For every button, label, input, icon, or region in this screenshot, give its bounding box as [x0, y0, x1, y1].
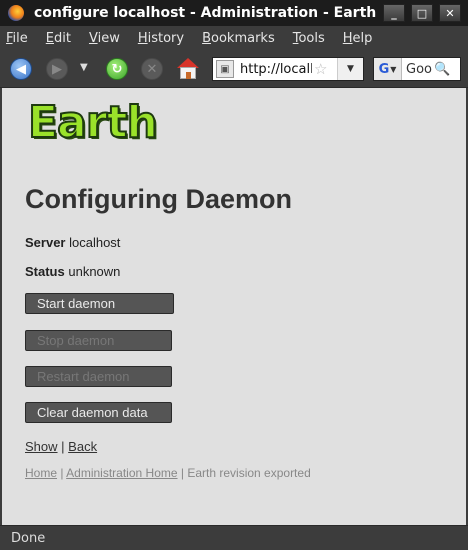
page-title: Configuring Daemon: [25, 184, 292, 214]
page-links: Show | Back: [25, 439, 97, 454]
window-titlebar: configure localhost - Administration - E…: [0, 0, 468, 26]
firefox-icon: [8, 5, 24, 21]
url-input[interactable]: http://localhost: [240, 62, 312, 77]
close-button[interactable]: ✕: [439, 4, 461, 22]
menu-edit[interactable]: Edit: [44, 31, 73, 46]
link-separator: |: [61, 439, 65, 454]
menu-help[interactable]: Help: [341, 31, 375, 46]
menu-tools[interactable]: Tools: [291, 31, 327, 46]
status-text: Done: [11, 530, 46, 546]
menu-file[interactable]: File: [4, 31, 30, 46]
revision-text: Earth revision exported: [187, 466, 311, 480]
restart-daemon-button[interactable]: Restart daemon: [25, 366, 172, 387]
home-link[interactable]: Home: [25, 466, 57, 480]
url-bar[interactable]: ▣ http://localhost ☆ ▼: [212, 57, 364, 81]
forward-arrow-icon[interactable]: ▶: [46, 58, 68, 80]
status-label: Status: [25, 264, 65, 279]
status-bar: Done: [0, 525, 468, 550]
administration-home-link[interactable]: Administration Home: [66, 466, 177, 480]
search-input[interactable]: Google: [406, 62, 432, 77]
stop-icon[interactable]: ✕: [141, 58, 163, 80]
window-title: configure localhost - Administration - E…: [34, 5, 379, 21]
menu-view[interactable]: View: [87, 31, 122, 46]
menu-bookmarks[interactable]: Bookmarks: [200, 31, 277, 46]
menu-history[interactable]: History: [136, 31, 186, 46]
server-label: Server: [25, 235, 66, 250]
history-dropdown-icon[interactable]: ▼: [80, 62, 88, 73]
navigation-toolbar: ◀ ▶ ▼ ↻ ✕ ▣ http://localhost ☆ ▼ G▼ Goog…: [0, 50, 468, 88]
site-identity-icon[interactable]: ▣: [216, 60, 234, 78]
footer: Home | Administration Home | Earth revis…: [25, 466, 311, 480]
url-dropdown-icon[interactable]: ▼: [337, 58, 363, 80]
stop-daemon-button[interactable]: Stop daemon: [25, 330, 172, 351]
status-field: Status unknown: [25, 264, 120, 279]
back-link[interactable]: Back: [68, 439, 97, 454]
page-content: Earth Configuring Daemon Server localhos…: [0, 88, 468, 525]
server-value: localhost: [69, 235, 121, 250]
footer-separator: |: [60, 466, 64, 480]
minimize-button[interactable]: _: [383, 4, 405, 22]
maximize-button[interactable]: □: [411, 4, 433, 22]
search-bar[interactable]: G▼ Google 🔍: [373, 57, 461, 81]
menu-bar: File Edit View History Bookmarks Tools H…: [0, 26, 468, 50]
server-field: Server localhost: [25, 235, 120, 250]
start-daemon-button[interactable]: Start daemon: [25, 293, 174, 314]
status-value: unknown: [68, 264, 121, 279]
back-arrow-icon[interactable]: ◀: [10, 58, 32, 80]
magnifier-icon[interactable]: 🔍: [434, 62, 450, 77]
home-icon[interactable]: [176, 57, 200, 81]
star-icon[interactable]: ☆: [314, 60, 327, 78]
clear-daemon-data-button[interactable]: Clear daemon data: [25, 402, 172, 423]
earth-logo[interactable]: Earth: [27, 97, 159, 149]
reload-icon[interactable]: ↻: [106, 58, 128, 80]
search-engine-icon[interactable]: G ▼: [374, 58, 402, 80]
show-link[interactable]: Show: [25, 439, 58, 454]
footer-separator: |: [180, 466, 184, 480]
